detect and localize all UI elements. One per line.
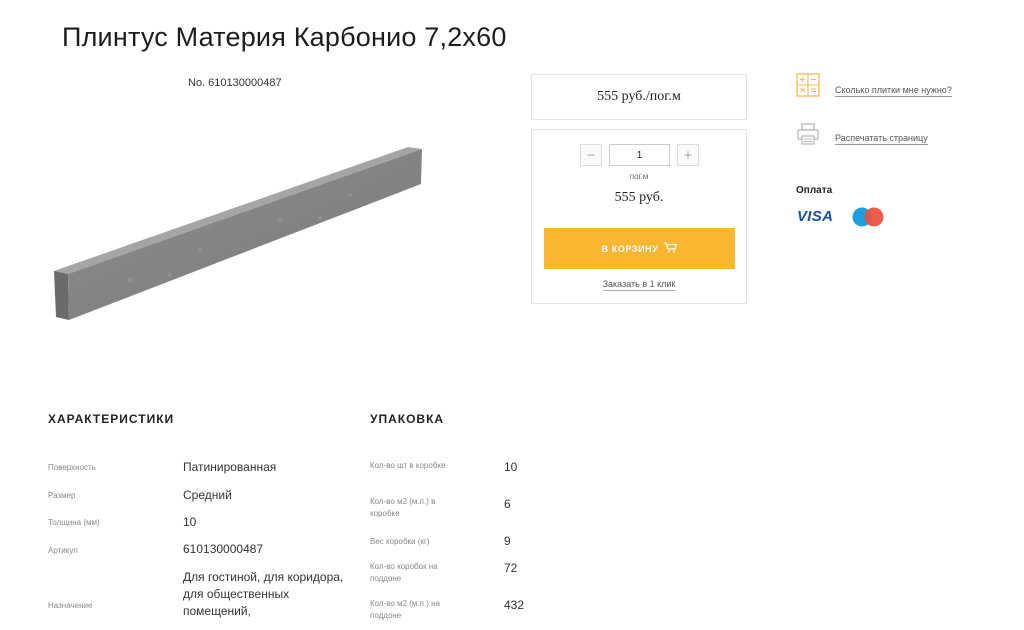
spec-label: Назначение	[48, 601, 93, 610]
product-sku: No. 610130000487	[188, 77, 282, 89]
spec-value: Средний	[183, 488, 232, 502]
product-image	[50, 140, 430, 330]
one-click-order-link[interactable]: Заказать в 1 клик	[602, 279, 676, 291]
visa-logo: VISA	[797, 208, 834, 225]
packing-value: 10	[504, 460, 518, 474]
spec-label: Артикул	[48, 546, 78, 555]
increase-quantity-button[interactable]: +	[677, 144, 699, 166]
tile-calculator-link[interactable]: Сколько плитки мне нужно?	[835, 85, 952, 97]
spec-value: Для гостиной, для коридора, для обществе…	[183, 570, 344, 618]
packing-label: Кол-во м2 (м.п.) в коробке	[370, 497, 436, 518]
packing-label: Кол-во коробок на поддоне	[370, 562, 438, 583]
calculator-icon	[796, 73, 820, 102]
price-per-unit: 555 руб./пог.м	[531, 74, 747, 120]
packing-value: 6	[504, 497, 511, 511]
spec-label: Поверхность	[48, 463, 96, 472]
quantity-input[interactable]	[609, 144, 670, 166]
packing-value: 432	[504, 598, 525, 612]
mastercard-logo	[852, 207, 884, 232]
packing-value: 72	[504, 561, 518, 575]
spec-value: 610130000487	[183, 542, 264, 556]
spec-value: 10	[183, 515, 197, 529]
quantity-unit: пог.м	[629, 172, 649, 181]
cart-panel: − + пог.м 555 руб. В КОРЗИНУ Заказать в …	[531, 129, 747, 304]
total-price: 555 руб.	[614, 190, 664, 205]
spec-value: Патинированная	[183, 460, 277, 474]
packing-value: 9	[504, 534, 511, 548]
decrease-quantity-button[interactable]: −	[580, 144, 602, 166]
payment-title: Оплата	[796, 185, 833, 196]
packing-title: УПАКОВКА	[370, 412, 445, 426]
characteristics-title: ХАРАКТЕРИСТИКИ	[48, 412, 175, 426]
printer-icon	[796, 122, 820, 151]
add-to-cart-button[interactable]: В КОРЗИНУ	[544, 228, 735, 269]
cart-icon	[664, 242, 678, 255]
packing-label: Кол-во м2 (м.п.) на поддоне	[370, 599, 440, 620]
spec-label: Размер	[48, 491, 76, 500]
add-to-cart-label: В КОРЗИНУ	[601, 243, 659, 254]
print-page-link[interactable]: Распечатать страницу	[835, 133, 928, 145]
packing-label: Вес коробки (кг)	[370, 537, 430, 546]
spec-label: Толщина (мм)	[48, 518, 100, 527]
page-title: Плинтус Материя Карбонио 7,2х60	[62, 22, 507, 52]
packing-label: Кол-во шт в коробке	[370, 461, 446, 470]
